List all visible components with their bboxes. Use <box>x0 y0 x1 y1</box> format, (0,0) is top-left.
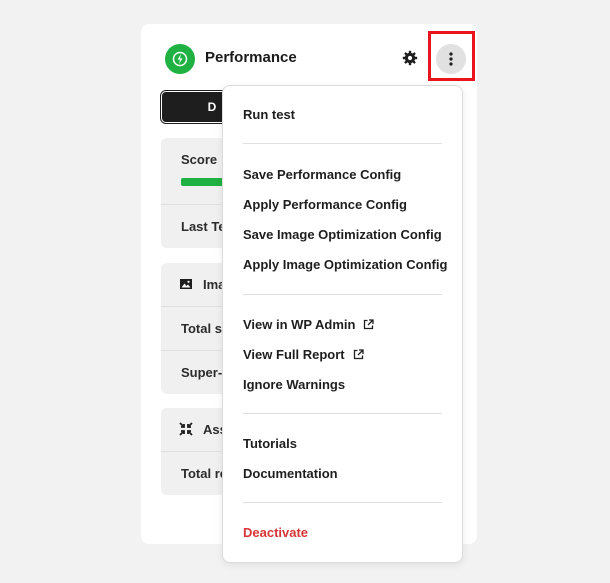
menu-divider <box>243 143 442 144</box>
more-options-menu: Run test Save Performance Config Apply P… <box>222 85 463 563</box>
external-link-icon <box>353 349 364 360</box>
menu-divider <box>243 413 442 414</box>
menu-item-tutorials[interactable]: Tutorials <box>243 436 297 451</box>
assets-total-label: Total re <box>181 466 227 481</box>
compress-icon <box>179 422 193 436</box>
image-icon <box>180 279 192 289</box>
lightning-bolt-icon <box>165 44 195 74</box>
score-label: Score <box>181 152 218 167</box>
menu-item-save-image-optimization-config[interactable]: Save Image Optimization Config <box>243 227 442 242</box>
menu-item-ignore-warnings[interactable]: Ignore Warnings <box>243 377 345 392</box>
last-test-label: Last Te <box>181 219 226 234</box>
menu-item-apply-performance-config[interactable]: Apply Performance Config <box>243 197 407 212</box>
menu-divider <box>243 294 442 295</box>
gear-icon[interactable] <box>401 49 419 67</box>
card-title: Performance <box>205 49 297 66</box>
external-link-icon <box>363 319 375 330</box>
menu-item-view-full-report[interactable]: View Full Report <box>243 347 364 362</box>
menu-item-documentation[interactable]: Documentation <box>243 466 338 481</box>
menu-item-deactivate[interactable]: Deactivate <box>243 525 308 540</box>
menu-item-label: View in WP Admin <box>243 317 356 332</box>
menu-item-run-test[interactable]: Run test <box>243 107 295 122</box>
menu-item-apply-image-optimization-config[interactable]: Apply Image Optimization Config <box>243 257 447 272</box>
menu-item-view-in-wp-admin[interactable]: View in WP Admin <box>243 317 375 332</box>
vertical-dots-icon <box>449 52 453 66</box>
menu-item-label: View Full Report <box>243 347 345 362</box>
menu-divider <box>243 502 442 503</box>
images-super-label: Super- <box>181 365 223 380</box>
images-total-label: Total s <box>181 321 222 336</box>
more-options-button[interactable] <box>436 44 466 74</box>
menu-item-save-performance-config[interactable]: Save Performance Config <box>243 167 401 182</box>
